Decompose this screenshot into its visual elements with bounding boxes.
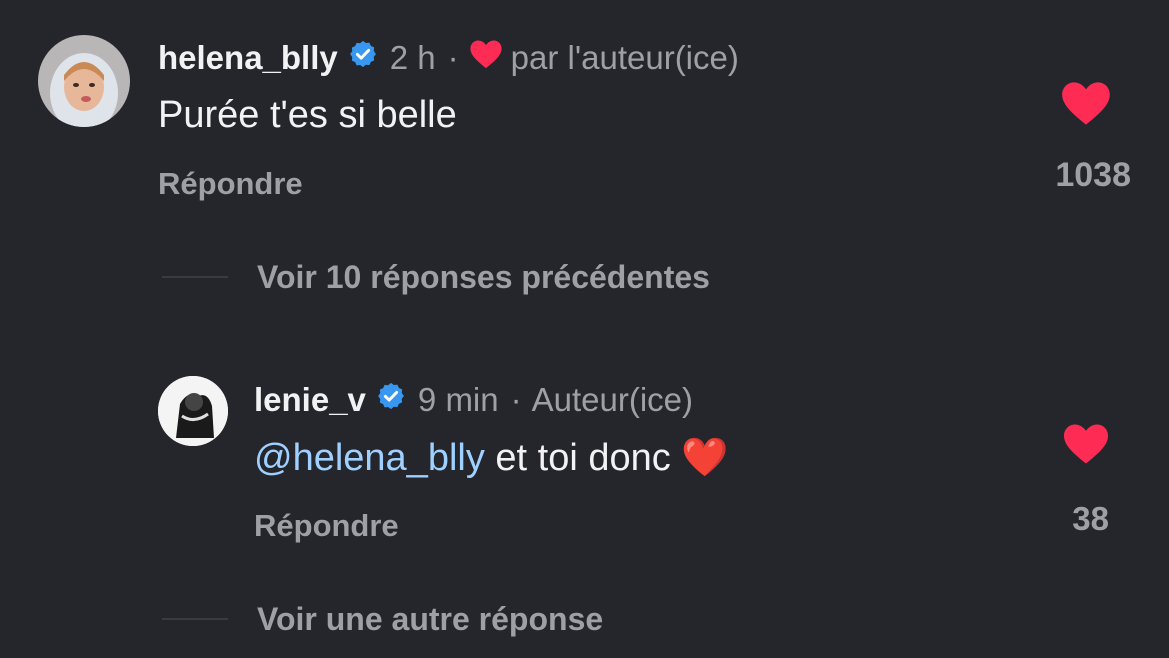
reply-text-body: et toi donc <box>484 437 682 479</box>
reply-text: @helena_blly et toi donc ❤️ <box>254 436 729 480</box>
comment-text: Purée t'es si belle <box>158 94 457 136</box>
reply-header: lenie_v 9 min · Auteur(ice) <box>254 378 693 422</box>
like-count: 38 <box>1072 500 1109 537</box>
thread-divider <box>162 276 228 278</box>
red-heart-emoji: ❤️ <box>681 437 729 479</box>
avatar-lenie[interactable] <box>158 376 228 446</box>
like-heart-icon[interactable] <box>1062 422 1110 465</box>
like-heart-icon[interactable] <box>1060 80 1112 126</box>
reply-button[interactable]: Répondre <box>158 166 303 202</box>
username[interactable]: helena_blly <box>158 39 338 77</box>
view-previous-replies-button[interactable]: Voir 10 réponses précédentes <box>257 259 710 296</box>
comment-time: 2 h <box>389 39 436 76</box>
verified-badge-icon <box>376 381 406 419</box>
verified-badge-icon <box>348 39 378 77</box>
like-count: 1038 <box>1055 156 1131 194</box>
view-another-reply-button[interactable]: Voir une autre réponse <box>257 601 603 638</box>
separator: · <box>447 39 459 76</box>
liked-by-author-label: par l'auteur(ice) <box>510 39 739 76</box>
heart-icon <box>469 39 503 77</box>
author-label: Auteur(ice) <box>531 381 694 418</box>
reply-button[interactable]: Répondre <box>254 508 399 544</box>
comment-header: helena_blly 2 h · par l'auteur(ice) <box>158 36 739 80</box>
avatar-helena[interactable] <box>38 35 130 127</box>
separator: · <box>510 381 522 418</box>
mention-link[interactable]: @helena_blly <box>254 437 485 479</box>
username[interactable]: lenie_v <box>254 381 366 419</box>
comment-time: 9 min <box>417 381 499 418</box>
thread-divider <box>162 618 228 620</box>
